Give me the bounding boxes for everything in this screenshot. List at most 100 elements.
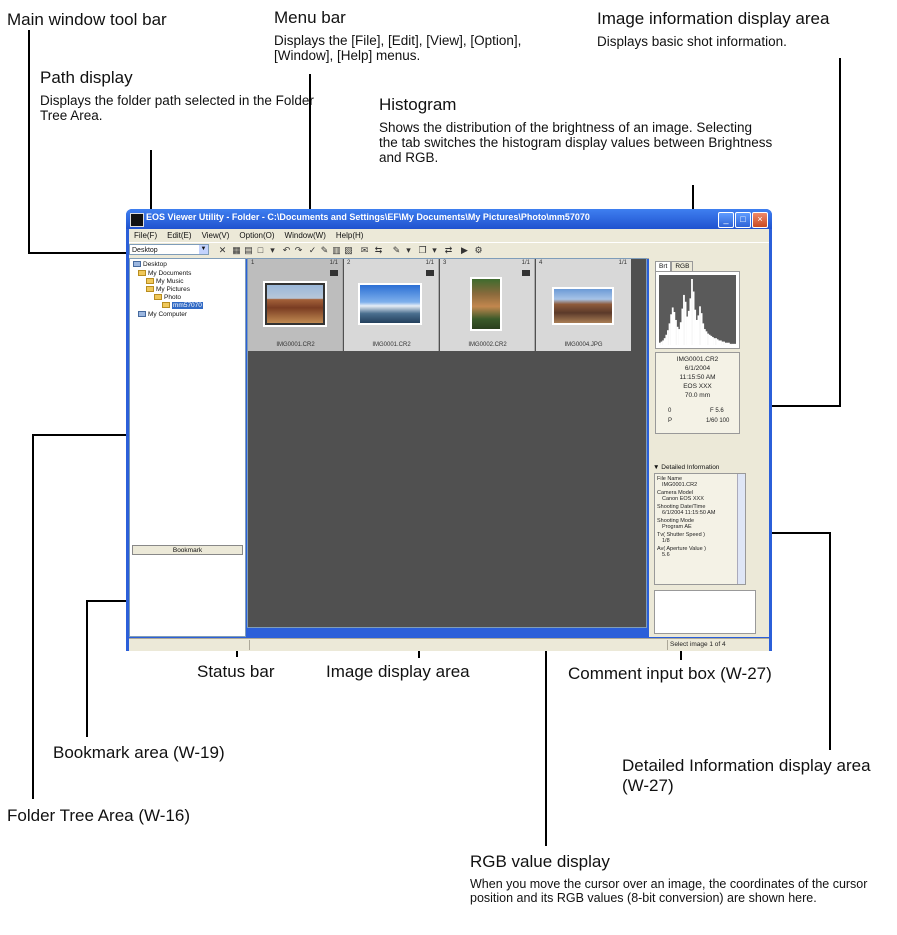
folder-icon [138, 270, 146, 277]
thumbnail-image-portrait [470, 277, 502, 331]
bookmark-button[interactable]: Bookmark [132, 545, 243, 555]
menu-file[interactable]: File(F) [129, 229, 162, 242]
dropdown-icon-3[interactable]: ▾ [429, 245, 440, 255]
histogram-bar [686, 316, 689, 345]
chevron-down-icon[interactable]: ▼ [199, 245, 208, 254]
main-window-toolbar-label: Main window tool bar [7, 10, 167, 29]
thumbnail-1[interactable]: 1 1/1 IMG0001.CR2 [248, 259, 343, 351]
detailed-information-header[interactable]: ▼ Detailed Information [653, 464, 719, 472]
settings-icon[interactable]: ⚙ [473, 245, 484, 255]
thumbnail-index: 4 [539, 260, 543, 266]
menu-help[interactable]: Help(H) [331, 229, 369, 242]
email-icon[interactable]: ✉ [359, 245, 370, 255]
close-button[interactable]: × [752, 212, 768, 228]
thumbnail-index: 2 [347, 260, 351, 266]
histogram-bar [723, 341, 725, 345]
menu-edit[interactable]: Edit(E) [162, 229, 196, 242]
folder-icon [162, 302, 170, 309]
tree-item-photo[interactable]: Photo [154, 294, 181, 302]
histogram-bar [691, 279, 693, 345]
info-mode: P [668, 418, 673, 424]
minimize-button[interactable]: _ [718, 212, 734, 228]
histogram-bar [684, 301, 687, 345]
histogram-bar [683, 294, 685, 345]
tree-item-my-computer[interactable]: My Computer [138, 311, 187, 319]
tree-label: My Music [156, 278, 184, 285]
dropdown-icon[interactable]: ▾ [267, 245, 278, 255]
thumbnail-3[interactable]: 3 1/1 IMG0002.CR2 [440, 259, 535, 351]
app-window: EOS Viewer Utility - Folder - C:\Documen… [126, 209, 772, 651]
histogram-bar [734, 343, 736, 345]
copy-icon[interactable]: ❐ [417, 245, 428, 255]
detailed-info-label: Detailed Information display area (W-27) [622, 756, 871, 795]
tree-item-my-documents[interactable]: My Documents [138, 270, 191, 278]
tag-icon[interactable]: ✎ [319, 245, 330, 255]
drive-select[interactable]: Desktop ▼ [129, 244, 209, 255]
edit-icon[interactable]: ✎ [391, 245, 402, 255]
bookmark-area[interactable] [130, 557, 245, 636]
rotate-right-icon[interactable]: ↷ [293, 245, 304, 255]
image-information-area: IMG0001.CR2 6/1/2004 11:15:50 AM EOS XXX… [655, 352, 740, 434]
image-display-label: Image display area [326, 662, 470, 681]
comment-input-box[interactable] [654, 590, 756, 634]
histogram-bar [726, 342, 729, 345]
histogram-desc: Shows the distribution of the brightness… [379, 120, 773, 165]
thumbnail-4[interactable]: 4 1/1 IMG0004.JPG [536, 259, 631, 351]
convert-icon[interactable]: ⇄ [443, 245, 454, 255]
menu-bar: File(F) Edit(E) View(V) Option(O) Window(W) H… [129, 229, 769, 242]
histogram-bar [702, 323, 705, 345]
info-shutter-iso: 1/60 100 [706, 418, 730, 424]
detail-scrollbar[interactable] [737, 474, 745, 584]
menu-bar-desc: Displays the [File], [Edit], [View], [Op… [274, 33, 522, 63]
maximize-button[interactable]: □ [735, 212, 751, 228]
app-icon [130, 213, 144, 227]
list-view-icon[interactable]: ▤ [243, 245, 254, 255]
window-view-icon[interactable]: □ [255, 245, 266, 255]
detailed-information-title: Detailed Information [661, 464, 720, 471]
leader-toolbar-h [28, 252, 128, 254]
histogram-bar [662, 340, 665, 345]
rotate-left-icon[interactable]: ↶ [281, 245, 292, 255]
slideshow-icon[interactable]: ▶ [459, 245, 470, 255]
tab-rgb[interactable]: RGB [671, 261, 694, 271]
detailed-information-area[interactable]: File Name IMG0001.CR2 Camera Model Canon… [654, 473, 746, 585]
tree-item-my-music[interactable]: My Music [146, 278, 183, 286]
transfer-icon[interactable]: ⇆ [373, 245, 384, 255]
info-camera: EOS XXX [683, 383, 712, 390]
menu-option[interactable]: Option(O) [234, 229, 279, 242]
histogram-bar [727, 342, 730, 345]
menu-window[interactable]: Window(W) [280, 229, 331, 242]
tab-brightness[interactable]: Brt [655, 261, 672, 271]
folder-icon [146, 278, 154, 285]
histogram-bar [673, 312, 676, 345]
histogram-bar [692, 291, 695, 345]
grid-view-icon[interactable]: ▦ [231, 245, 242, 255]
leader-imginfo-v [839, 58, 841, 407]
tree-item-desktop[interactable]: Desktop [133, 261, 167, 269]
check-icon[interactable]: ✓ [307, 245, 318, 255]
histogram-bar [695, 319, 698, 345]
computer-icon [138, 311, 146, 318]
info-date: 6/1/2004 [684, 365, 711, 372]
thumbnail-page: 1/1 [618, 260, 627, 266]
path-display-label: Path display [40, 68, 133, 87]
histogram-bar [679, 322, 682, 345]
leader-toolbar-v [28, 30, 30, 253]
cut-icon[interactable]: ✕ [217, 245, 228, 255]
title-bar[interactable]: EOS Viewer Utility - Folder - C:\Documen… [126, 209, 772, 229]
print-icon[interactable]: ▧ [343, 245, 354, 255]
histogram-bar [711, 337, 714, 345]
thumbnail-2[interactable]: 2 1/1 IMG0001.CR2 [344, 259, 439, 351]
histogram-bar [729, 343, 732, 345]
detail-value: IMG0001.CR2 [662, 482, 698, 488]
tree-item-selected-folder[interactable]: mm57070 [162, 302, 203, 310]
histogram-bar [668, 323, 671, 345]
menu-view[interactable]: View(V) [197, 229, 235, 242]
image-display-area[interactable]: 1 1/1 IMG0001.CR2 2 1/1 IMG0001.CR2 3 1/… [247, 258, 647, 628]
tree-label: My Pictures [156, 286, 190, 293]
tree-item-my-pictures[interactable]: My Pictures [146, 286, 190, 294]
raw-badge-icon [330, 270, 338, 276]
compare-icon[interactable]: ▥ [331, 245, 342, 255]
dropdown-icon-2[interactable]: ▾ [403, 245, 414, 255]
main-toolbar: Desktop ▼ ✕ ▦ ▤ □ ▾ ↶ ↷ ✓ ✎ ▥ ▧ ✉ ⇆ ✎ ▾ … [129, 242, 769, 259]
